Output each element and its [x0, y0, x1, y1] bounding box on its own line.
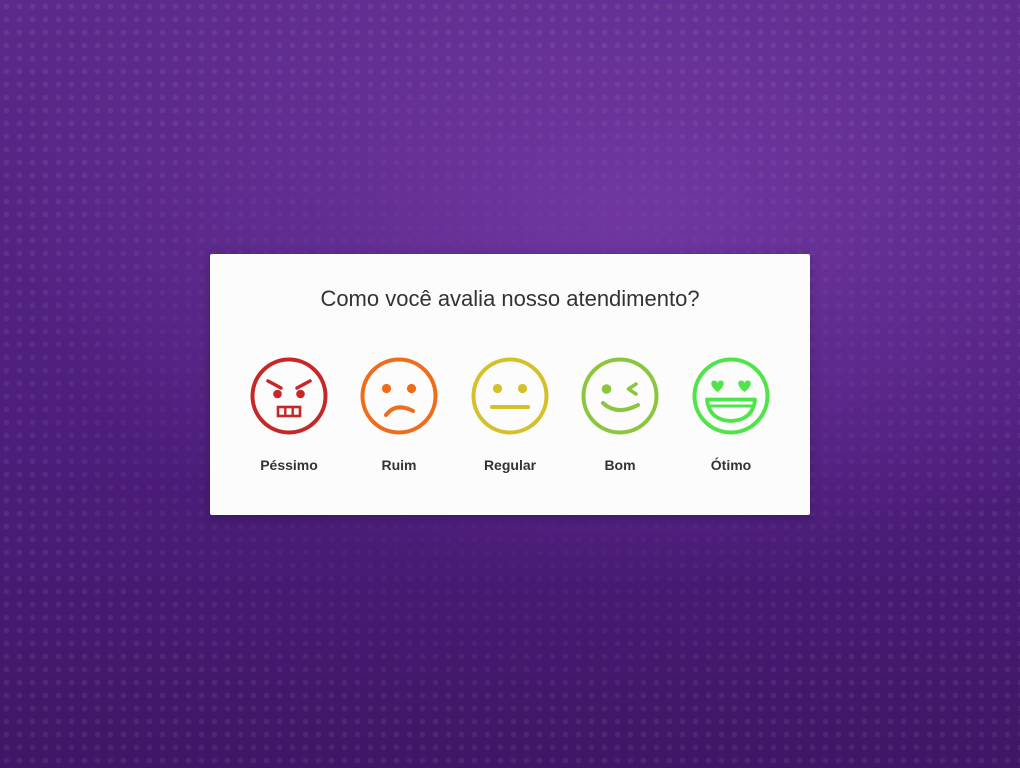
rating-options: Péssimo Ruim Regular Bom Ótimo	[210, 356, 810, 486]
neutral-face-icon	[470, 356, 550, 436]
survey-question: Como você avalia nosso atendimento?	[320, 286, 700, 311]
rating-dialog: Como você avalia nosso atendimento? Péss…	[210, 254, 810, 515]
rating-option-label: Regular	[483, 457, 537, 473]
rating-option-bom[interactable]: Bom	[570, 356, 670, 476]
rating-option-ruim[interactable]: Ruim	[349, 356, 449, 476]
rating-option-otimo[interactable]: Ótimo	[681, 356, 781, 476]
rating-option-label: Ruim	[381, 457, 417, 473]
winking-face-icon	[580, 356, 660, 436]
rating-option-label: Ótimo	[710, 457, 752, 473]
sad-face-icon	[359, 356, 439, 436]
rating-option-label: Péssimo	[260, 457, 318, 473]
rating-option-regular[interactable]: Regular	[460, 356, 560, 476]
rating-option-label: Bom	[604, 457, 636, 473]
heart-eyes-face-icon	[691, 356, 771, 436]
rating-option-pessimo[interactable]: Péssimo	[239, 356, 339, 476]
angry-face-icon	[249, 356, 329, 436]
